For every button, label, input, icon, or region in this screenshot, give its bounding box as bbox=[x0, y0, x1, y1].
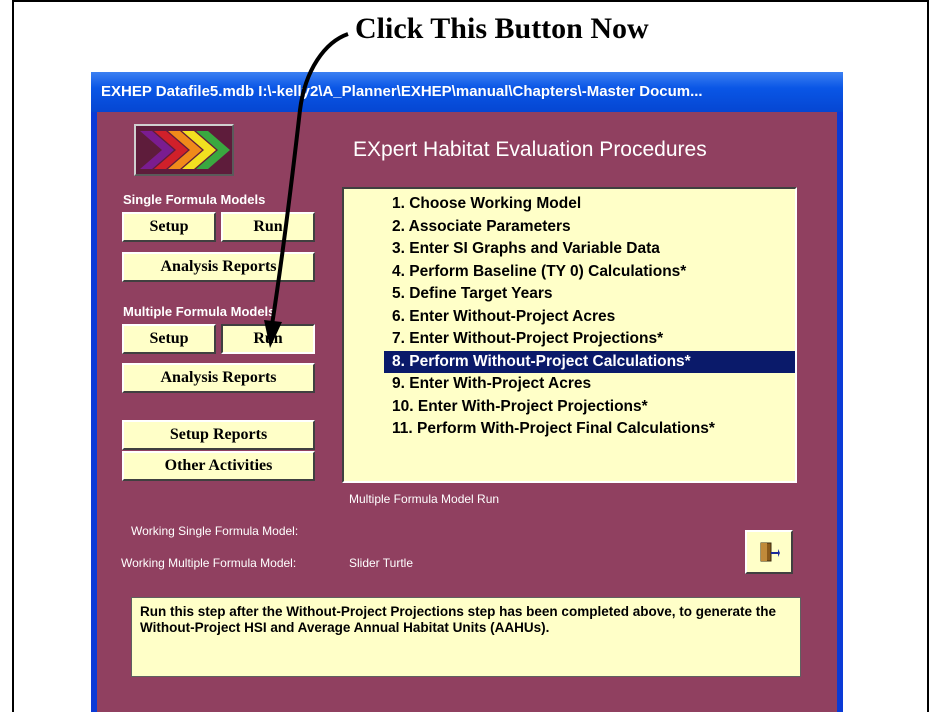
working-multiple-label: Working Multiple Formula Model: bbox=[121, 556, 297, 570]
single-analysis-reports-button[interactable]: Analysis Reports bbox=[122, 252, 315, 282]
multiple-analysis-reports-button[interactable]: Analysis Reports bbox=[122, 363, 315, 393]
step-item[interactable]: 2. Associate Parameters bbox=[384, 216, 795, 239]
steps-list[interactable]: 1. Choose Working Model 2. Associate Para… bbox=[342, 187, 797, 483]
exit-button[interactable] bbox=[745, 530, 793, 574]
multiple-formula-label: Multiple Formula Models bbox=[123, 304, 276, 319]
setup-reports-button[interactable]: Setup Reports bbox=[122, 420, 315, 450]
single-formula-label: Single Formula Models bbox=[123, 192, 266, 207]
window-titlebar[interactable]: EXHEP Datafile5.mdb I:\-kelly2\A_Planner… bbox=[91, 72, 843, 112]
multiple-run-button[interactable]: Run bbox=[221, 324, 315, 354]
step-item[interactable]: 5. Define Target Years bbox=[384, 283, 795, 306]
help-description: Run this step after the Without-Project … bbox=[131, 597, 801, 677]
step-item[interactable]: 9. Enter With-Project Acres bbox=[384, 373, 795, 396]
app-title: EXpert Habitat Evaluation Procedures bbox=[353, 138, 707, 161]
main-panel: EXpert Habitat Evaluation Procedures Sin… bbox=[97, 112, 837, 712]
step-item[interactable]: 1. Choose Working Model bbox=[384, 193, 795, 216]
single-setup-button[interactable]: Setup bbox=[122, 212, 216, 242]
other-activities-button[interactable]: Other Activities bbox=[122, 451, 315, 481]
step-item[interactable]: 10. Enter With-Project Projections* bbox=[384, 396, 795, 419]
step-item[interactable]: 7. Enter Without-Project Projections* bbox=[384, 328, 795, 351]
step-item[interactable]: 6. Enter Without-Project Acres bbox=[384, 306, 795, 329]
step-item[interactable]: 3. Enter SI Graphs and Variable Data bbox=[384, 238, 795, 261]
working-single-label: Working Single Formula Model: bbox=[131, 524, 299, 538]
mode-status-text: Multiple Formula Model Run bbox=[349, 492, 500, 506]
annotation-caption: Click This Button Now bbox=[355, 12, 649, 45]
exit-door-icon bbox=[760, 542, 780, 562]
step-item[interactable]: 8. Perform Without-Project Calculations* bbox=[384, 350, 795, 373]
single-run-button[interactable]: Run bbox=[221, 212, 315, 242]
app-window: EXHEP Datafile5.mdb I:\-kelly2\A_Planner… bbox=[91, 72, 843, 712]
step-item[interactable]: 4. Perform Baseline (TY 0) Calculations* bbox=[384, 261, 795, 284]
multiple-setup-button[interactable]: Setup bbox=[122, 324, 216, 354]
step-item[interactable]: 11. Perform With-Project Final Calculati… bbox=[384, 418, 795, 441]
chevron-logo-icon bbox=[134, 124, 234, 176]
working-multiple-value: Slider Turtle bbox=[349, 556, 414, 570]
